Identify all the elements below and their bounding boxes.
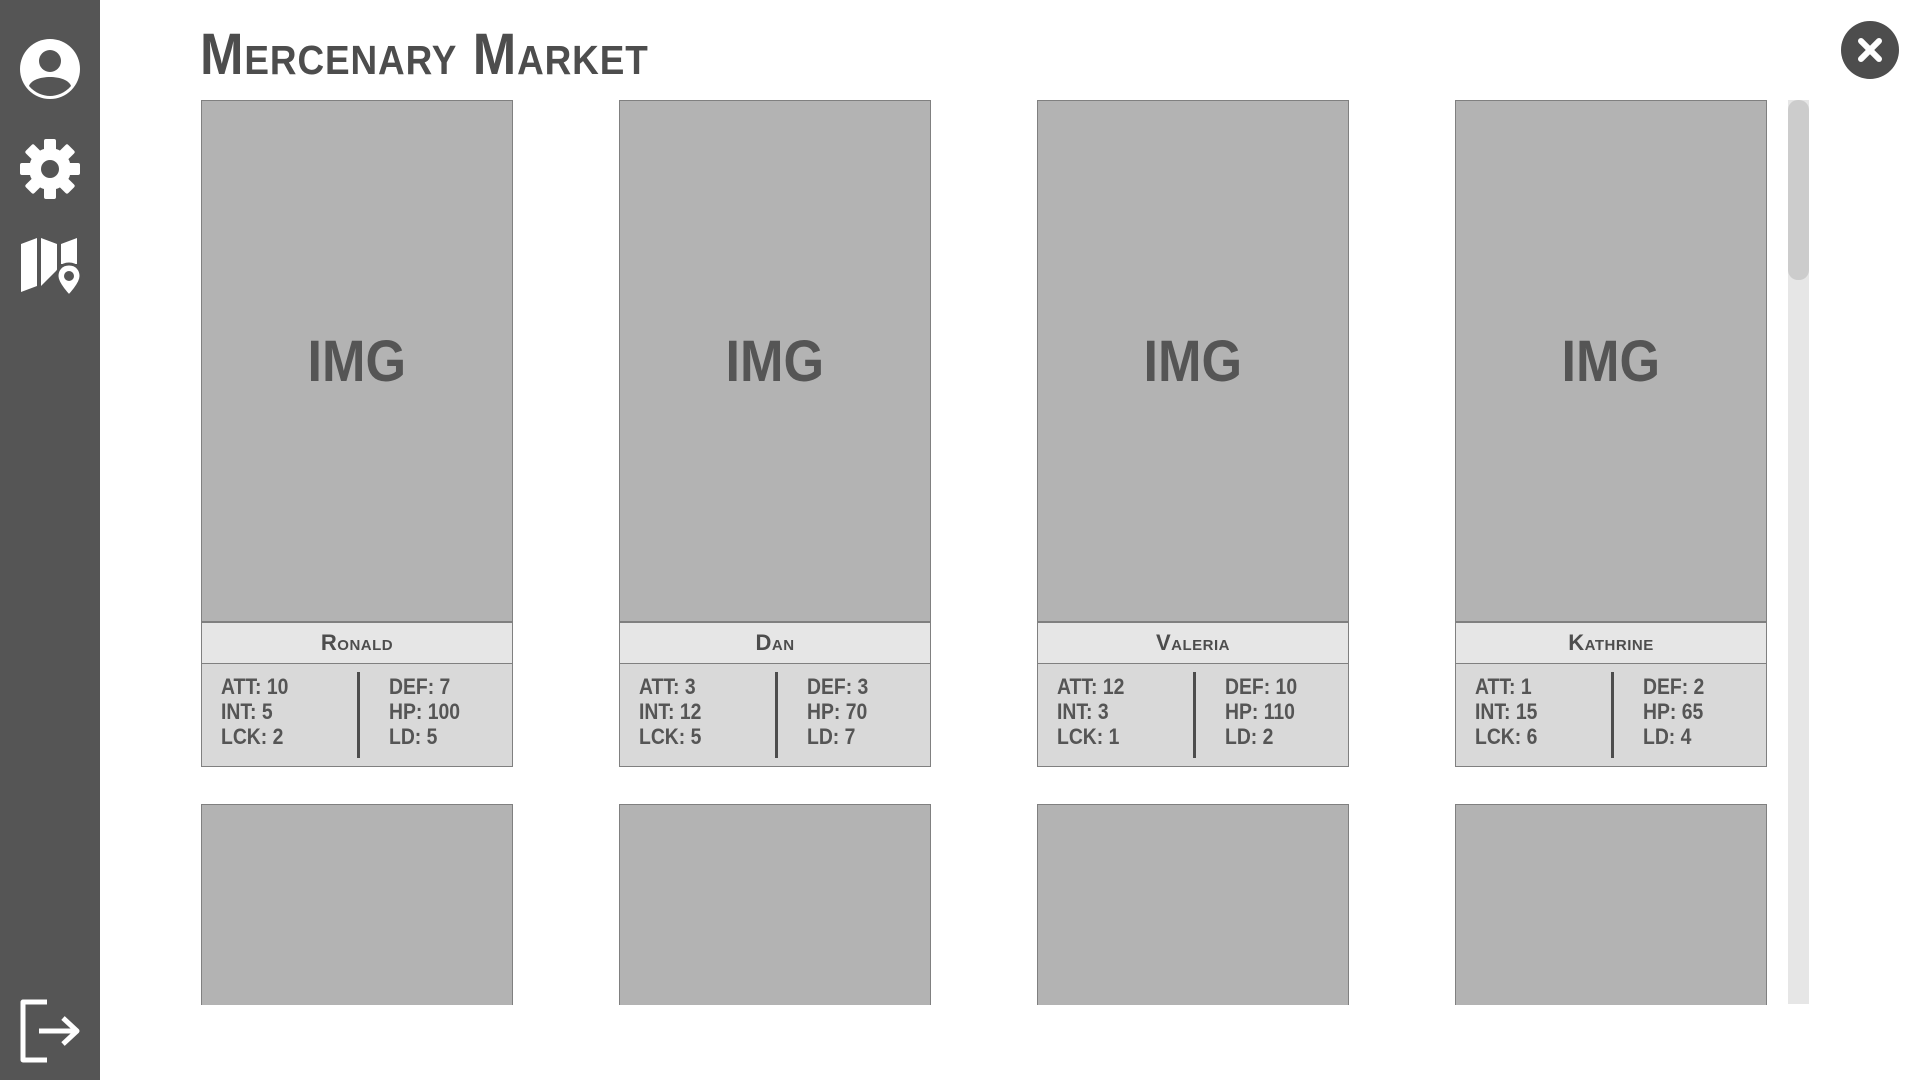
stats-divider [357,672,360,758]
stat-int: INT: 12 [639,699,702,724]
logout-button[interactable] [17,998,83,1064]
stats-right-column: DEF: 10 HP: 110 LD: 2 [1225,674,1297,749]
gear-icon [20,139,80,199]
settings-button[interactable] [17,136,83,202]
image-placeholder-label: IMG [1143,328,1243,394]
stat-lck: LCK: 2 [221,724,284,749]
mercenary-card-partial[interactable] [1037,804,1349,1005]
mercenary-portrait: IMG [201,100,513,622]
stats-left-column: ATT: 10 INT: 5 LCK: 2 [221,674,288,749]
stat-ld: LD: 7 [807,724,856,749]
stat-hp: HP: 65 [1643,699,1704,724]
sidebar [0,0,100,1080]
stats-right-column: DEF: 2 HP: 65 LD: 4 [1643,674,1704,749]
stats-left-column: ATT: 3 INT: 12 LCK: 5 [639,674,701,749]
mercenary-name: Kathrine [1455,622,1767,664]
stat-ld: LD: 2 [1225,724,1274,749]
close-button[interactable] [1841,21,1899,79]
profile-button[interactable] [17,36,83,102]
image-placeholder-label: IMG [307,328,407,394]
logout-icon [20,999,80,1063]
mercenary-stats: ATT: 12 INT: 3 LCK: 1 DEF: 10 HP: 110 LD… [1037,663,1349,767]
mercenary-card[interactable]: IMG Dan ATT: 3 INT: 12 LCK: 5 DEF: 3 HP:… [619,100,931,767]
stat-hp: HP: 110 [1225,699,1295,724]
mercenary-card-partial[interactable] [619,804,931,1005]
mercenary-card-partial[interactable] [1455,804,1767,1005]
stats-left-column: ATT: 12 INT: 3 LCK: 1 [1057,674,1124,749]
mercenary-portrait: IMG [1455,100,1767,622]
user-profile-icon [20,39,80,99]
close-icon [1858,38,1882,62]
map-location-icon [21,238,83,299]
mercenary-grid: IMG Ronald ATT: 10 INT: 5 LCK: 2 DEF: 7 … [0,0,1920,1080]
mercenary-stats: ATT: 10 INT: 5 LCK: 2 DEF: 7 HP: 100 LD:… [201,663,513,767]
mercenary-card[interactable]: IMG Ronald ATT: 10 INT: 5 LCK: 2 DEF: 7 … [201,100,513,767]
scrollbar-thumb[interactable] [1788,100,1809,280]
mercenary-name: Valeria [1037,622,1349,664]
mercenary-stats: ATT: 1 INT: 15 LCK: 6 DEF: 2 HP: 65 LD: … [1455,663,1767,767]
stat-hp: HP: 70 [807,699,868,724]
mercenary-card-partial[interactable] [201,804,513,1005]
mercenary-name: Dan [619,622,931,664]
page-title: Mercenary Market [200,22,649,87]
mercenary-portrait: IMG [619,100,931,622]
stat-hp: HP: 100 [389,699,461,724]
stats-left-column: ATT: 1 INT: 15 LCK: 6 [1475,674,1537,749]
stat-def: DEF: 2 [1643,674,1705,699]
mercenary-card[interactable]: IMG Kathrine ATT: 1 INT: 15 LCK: 6 DEF: … [1455,100,1767,767]
stat-att: ATT: 3 [639,674,696,699]
stat-def: DEF: 10 [1225,674,1298,699]
mercenary-stats: ATT: 3 INT: 12 LCK: 5 DEF: 3 HP: 70 LD: … [619,663,931,767]
stat-lck: LCK: 1 [1057,724,1120,749]
mercenary-card[interactable]: IMG Valeria ATT: 12 INT: 3 LCK: 1 DEF: 1… [1037,100,1349,767]
stat-att: ATT: 1 [1475,674,1532,699]
stats-right-column: DEF: 7 HP: 100 LD: 5 [389,674,460,749]
image-placeholder-label: IMG [725,328,825,394]
stat-att: ATT: 12 [1057,674,1125,699]
stat-att: ATT: 10 [221,674,289,699]
stats-divider [775,672,778,758]
stat-ld: LD: 4 [1643,724,1692,749]
stat-ld: LD: 5 [389,724,438,749]
mercenary-portrait: IMG [1037,100,1349,622]
stat-lck: LCK: 5 [639,724,702,749]
stat-lck: LCK: 6 [1475,724,1538,749]
stat-def: DEF: 3 [807,674,869,699]
stats-divider [1611,672,1614,758]
stat-def: DEF: 7 [389,674,451,699]
image-placeholder-label: IMG [1561,328,1661,394]
stat-int: INT: 15 [1475,699,1538,724]
stats-right-column: DEF: 3 HP: 70 LD: 7 [807,674,868,749]
stat-int: INT: 3 [1057,699,1109,724]
stats-divider [1193,672,1196,758]
map-button[interactable] [17,234,83,300]
stat-int: INT: 5 [221,699,273,724]
mercenary-name: Ronald [201,622,513,664]
